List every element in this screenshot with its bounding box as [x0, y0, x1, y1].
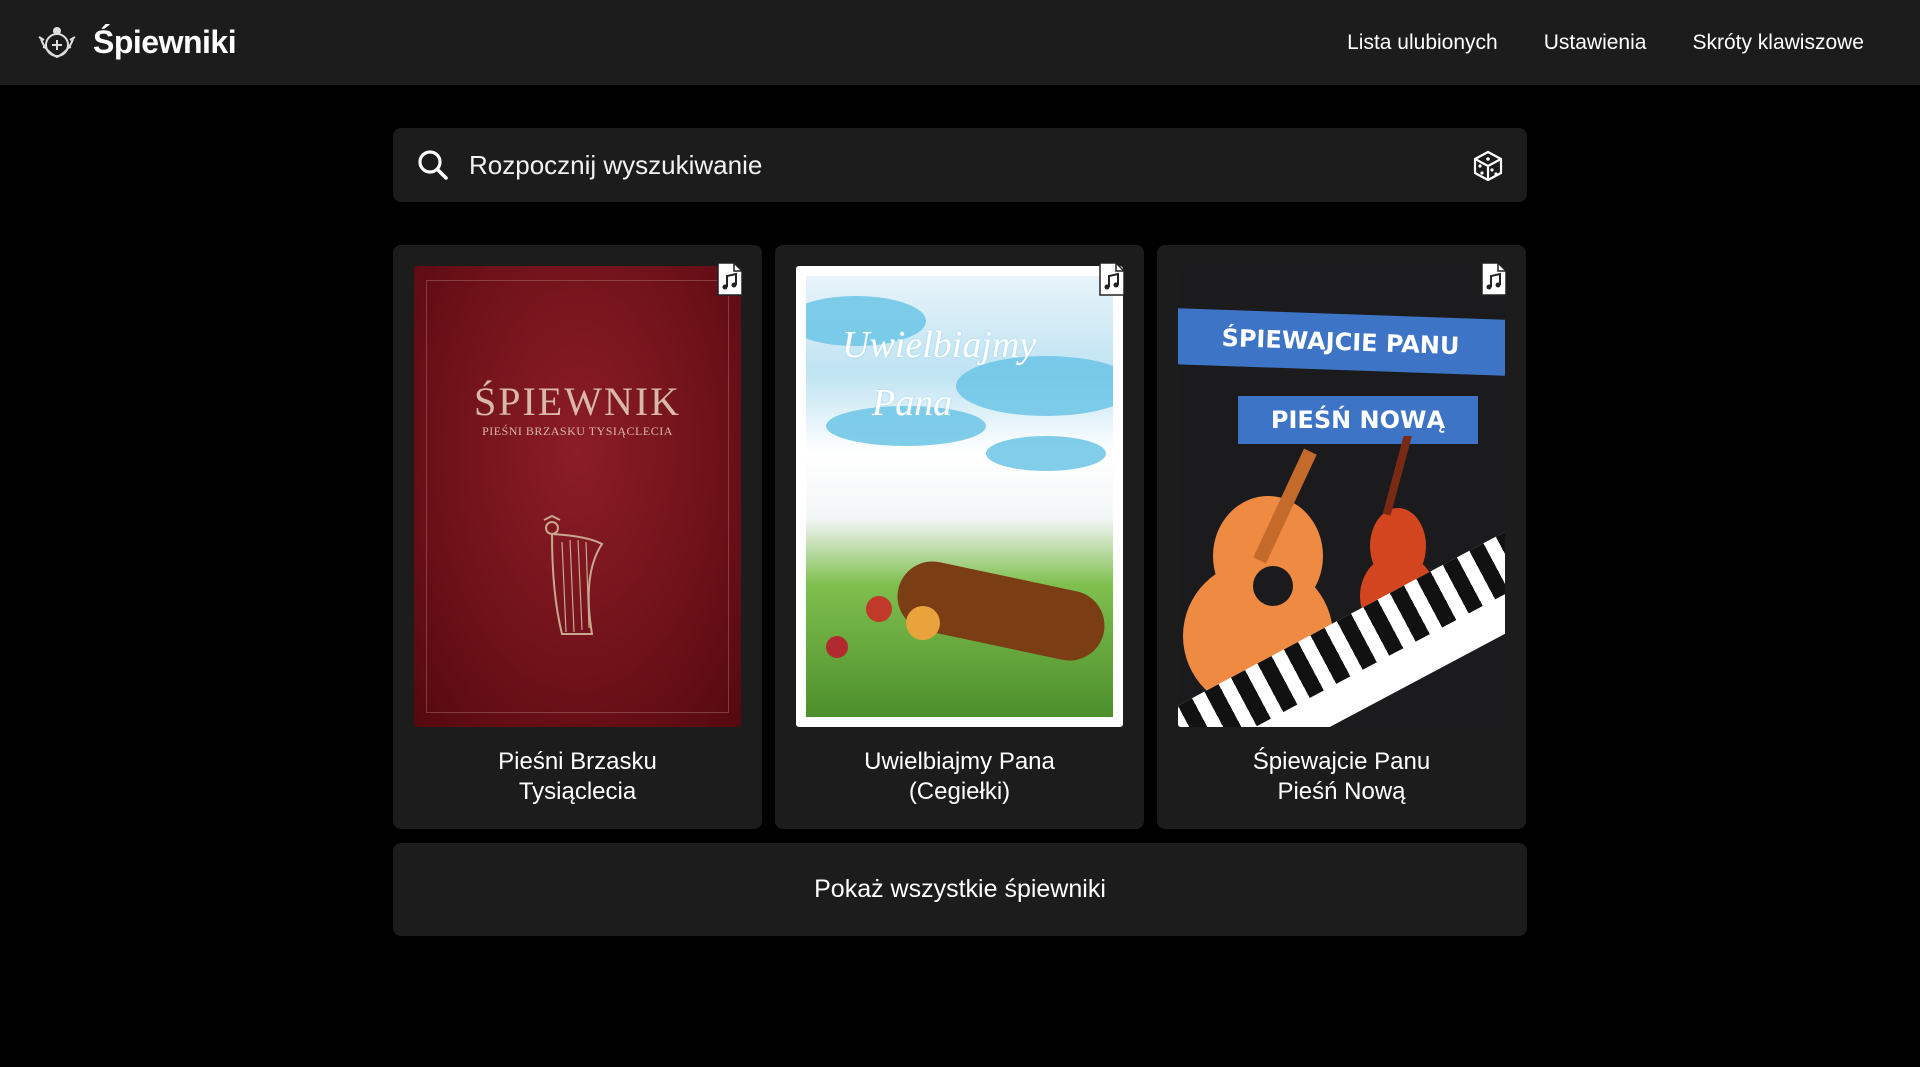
cover-script-line: Pana: [872, 382, 953, 424]
songbook-title-line: Pieśń Nową: [1277, 778, 1406, 805]
songbook-title: Śpiewajcie Panu Pieśń Nową: [1157, 747, 1526, 807]
main-nav: Lista ulubionych Ustawienia Skróty klawi…: [1347, 0, 1864, 85]
cover-script-title: Uwielbiajmy Pana: [842, 316, 1036, 432]
flower-shape: [826, 636, 848, 658]
cover-ribbon: ŚPIEWAJCIE PANU: [1178, 307, 1505, 377]
top-bar: Śpiewniki Lista ulubionych Ustawienia Sk…: [0, 0, 1920, 85]
songbook-title-line: Uwielbiajmy Pana: [864, 748, 1055, 775]
songbook-cover: ŚPIEWAJCIE PANU PIEŚŃ NOWĄ: [1178, 266, 1505, 727]
songbook-list: ŚPIEWNIK PIEŚNI BRZASKU TYSIĄCLECIA Pieś…: [393, 245, 1527, 829]
songbook-cover: ŚPIEWNIK PIEŚNI BRZASKU TYSIĄCLECIA: [414, 266, 741, 727]
nav-shortcuts-link[interactable]: Skróty klawiszowe: [1692, 31, 1864, 55]
music-file-icon: [1099, 262, 1125, 296]
cover-script-line: Uwielbiajmy: [842, 324, 1037, 366]
songbook-title: Uwielbiajmy Pana (Cegiełki): [775, 747, 1144, 807]
nav-settings-link[interactable]: Ustawienia: [1544, 31, 1647, 55]
brand-home-link[interactable]: Śpiewniki: [35, 0, 237, 85]
search-input[interactable]: [469, 128, 1429, 202]
music-file-icon: [717, 262, 743, 296]
flower-shape: [906, 606, 940, 640]
cover-subtitle: PIEŚNI BRZASKU TYSIĄCLECIA: [482, 424, 673, 438]
emblem-logo-icon: [38, 26, 76, 58]
songbook-cover: Uwielbiajmy Pana: [796, 266, 1123, 727]
songbook-title-line: Śpiewajcie Panu: [1252, 748, 1431, 775]
songbook-title-line: (Cegiełki): [908, 778, 1011, 805]
songbook-card[interactable]: Uwielbiajmy Pana Uwielbiajmy Pana (Cegie…: [775, 245, 1144, 829]
dice-icon[interactable]: [1471, 149, 1505, 183]
flower-shape: [866, 596, 892, 622]
songbook-card[interactable]: ŚPIEWNIK PIEŚNI BRZASKU TYSIĄCLECIA Pieś…: [393, 245, 762, 829]
songbook-title: Pieśni Brzasku Tysiąclecia: [393, 747, 762, 807]
songbook-title-line: Pieśni Brzasku: [498, 748, 657, 775]
music-file-icon: [1481, 262, 1507, 296]
show-all-songbooks-button[interactable]: Pokaż wszystkie śpiewniki: [393, 843, 1527, 936]
harp-emblem-icon: [543, 514, 604, 635]
songbook-title-line: Tysiąclecia: [518, 778, 637, 805]
cover-frame: [426, 280, 729, 713]
search-icon: [418, 150, 448, 180]
cloud-shape: [986, 436, 1106, 471]
search-bar: [393, 128, 1527, 202]
cover-title: ŚPIEWNIK: [473, 379, 682, 424]
songbook-card[interactable]: ŚPIEWAJCIE PANU PIEŚŃ NOWĄ Śpiewajcie Pa…: [1157, 245, 1526, 829]
nav-favorites-link[interactable]: Lista ulubionych: [1347, 31, 1498, 55]
brand-name: Śpiewniki: [93, 24, 237, 60]
